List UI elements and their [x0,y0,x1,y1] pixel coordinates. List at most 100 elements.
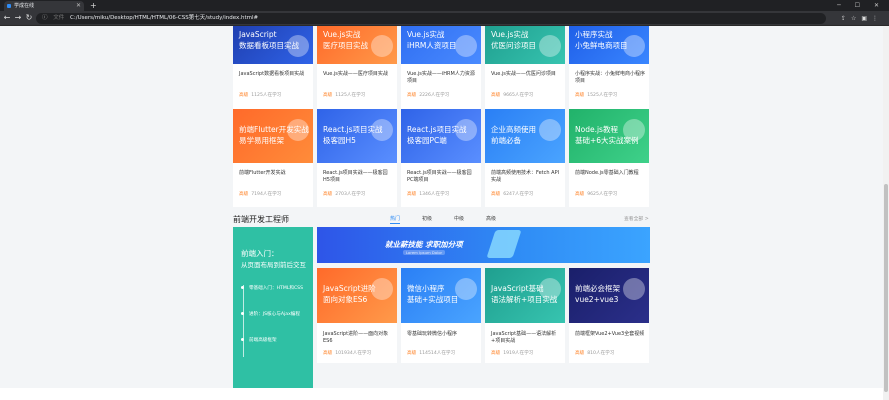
thumbnail-text: 语法解析+项目实战 [491,295,558,304]
address-text: C:/Users/miku/Desktop/HTML/HTML/06-CSS第七… [70,15,259,21]
course-thumbnail: 前端必会框架 vue2+vue3 [569,268,649,323]
thumbnail-text: 医疗项目实战 [323,41,368,50]
course-title[interactable]: React.js项目实战——极客园PC端项目 [407,170,477,184]
course-meta: 高级 2703人在学习 [323,191,365,197]
course-thumbnail: 小程序实战 小兔鲜电商项目 [569,26,649,64]
student-count: 810人在学习 [587,351,615,356]
thumbnail-decoration-icon [371,35,393,57]
course-meta: 高级 6247人在学习 [491,191,533,197]
info-icon: ⓘ [42,15,48,21]
thumbnail-decoration-icon [623,278,645,300]
course-title[interactable]: 零基础玩转微信小程序 [407,331,477,338]
course-meta: 高级 1125人在学习 [323,92,365,98]
banner-title: 就业薪技能 求职加分项 [385,240,463,249]
course-title[interactable]: 前端框架Vue2+Vue3全套视频 [575,331,645,338]
path-subheading: 从页面布局到前后交互 [241,261,306,269]
course-meta: 高级 7194人在学习 [239,191,281,197]
course-thumbnail: JavaScript基础 语法解析+项目实战 [485,268,565,323]
course-title[interactable]: Vue.js实战——iHRM人力资源项目 [407,71,477,85]
address-bar[interactable]: ⓘ 文件 C:/Users/miku/Desktop/HTML/HTML/06-… [36,13,826,24]
course-thumbnail: React.js项目实战 极客园PC端 [401,109,481,163]
course-title[interactable]: 前端高频使用技术：Fetch API实战 [491,170,561,184]
thumbnail-text: 优医问诊项目 [491,41,536,50]
course-title[interactable]: 前端Node.js零基础入门教程 [575,170,645,177]
course-thumbnail: Vue.js实战 优医问诊项目 [485,26,565,64]
student-count: 1525人在学习 [587,93,618,98]
browser-tab-bar: 学成在线 ✕ + ─ ☐ ✕ [0,0,889,11]
path-step[interactable]: 进阶：JS核心与Ajax编程 [241,311,300,317]
toolbar-icons[interactable]: ⇪☆▣⋮ [841,13,883,24]
reload-icon[interactable]: ↻ [24,13,34,23]
course-card[interactable]: 前端Flutter开发实战 易学易用框架前端Flutter开发实战 高级 7194人在… [233,109,313,207]
level-badge: 高级 [575,192,585,197]
thumbnail-text: React.js项目实战 [407,125,467,134]
course-title[interactable]: Vue.js实战——医疗项目实战 [323,71,393,78]
path-heading: 前端入门： [241,249,279,258]
tab-intermediate[interactable]: 中级 [454,215,464,222]
course-meta: 高级 1919人在学习 [491,350,533,356]
thumbnail-text: JavaScript进阶 [323,284,376,293]
new-tab-icon[interactable]: + [90,0,97,11]
promo-banner[interactable]: 就业薪技能 求职加分项 Lorem Ipsum Dolor [317,227,650,263]
tab-advanced[interactable]: 高级 [486,215,496,222]
level-badge: 高级 [491,351,501,356]
thumbnail-text: 数据看板项目实战 [239,41,299,50]
scrollbar-thumb[interactable] [884,184,888,392]
course-title[interactable]: 小程序实战：小兔鲜电商小程序项目 [575,71,645,85]
banner-subtitle: Lorem Ipsum Dolor [403,250,446,255]
close-tab-icon[interactable]: ✕ [76,1,81,11]
course-meta: 高级 810人在学习 [575,350,614,356]
course-card[interactable]: React.js项目实战 极客园PC端 React.js项目实战——极客园PC端项目… [401,109,481,207]
banner-graphic [486,230,522,258]
course-thumbnail: 微信小程序 基础+实战项目 [401,268,481,323]
course-title[interactable]: Vue.js实战——优医问诊项目 [491,71,561,78]
course-card[interactable]: 前端必会框架 vue2+vue3 前端框架Vue2+Vue3全套视频 高级 810人在学… [569,268,649,363]
thumbnail-text: 易学易用框架 [239,136,284,145]
thumbnail-text: JavaScript [239,30,277,39]
address-label: 文件 [53,15,65,21]
window-controls[interactable]: ─ ☐ ✕ [837,0,885,11]
path-step[interactable]: 零基础入门：HTML和CSS [241,285,303,291]
forward-icon[interactable]: → [13,13,23,23]
thumbnail-text: 前端必会框架 [575,284,620,293]
course-meta: 高级 101934人在学习 [323,350,371,356]
thumbnail-text: Vue.js实战 [407,30,445,39]
course-card[interactable]: JavaScript基础 语法解析+项目实战 JavaScript基础——语法解析+… [485,268,565,363]
course-thumbnail: Vue.js实战 医疗项目实战 [317,26,397,64]
path-step[interactable]: 前端高级框架 [241,337,277,343]
learning-path-card[interactable]: 前端入门： 从页面布局到前后交互 零基础入门：HTML和CSS 进阶：JS核心与… [233,227,313,388]
course-title[interactable]: JavaScript数据看板项目实战 [239,71,309,78]
course-title[interactable]: JavaScript进阶——面向对象ES6 [323,331,393,345]
step-dot-icon [241,286,244,289]
course-card[interactable]: JavaScript进阶 面向对象ES6 JavaScript进阶——面向对象ES6… [317,268,397,363]
step-dot-icon [241,312,244,315]
course-title[interactable]: JavaScript基础——语法解析+项目实战 [491,331,561,345]
back-icon[interactable]: ← [2,13,12,23]
thumbnail-text: iHRM人资项目 [407,41,457,50]
course-card[interactable]: 微信小程序 基础+实战项目零基础玩转微信小程序 高级 114514人在学习 [401,268,481,363]
tab-beginner[interactable]: 初级 [422,215,432,222]
tab-hot[interactable]: 热门 [390,215,401,224]
course-meta: 高级 2226人在学习 [407,92,449,98]
thumbnail-text: 小兔鲜电商项目 [575,41,628,50]
level-badge: 高级 [575,351,585,356]
course-meta: 高级 114514人在学习 [407,350,455,356]
course-thumbnail: 前端Flutter开发实战 易学易用框架 [233,109,313,163]
course-meta: 高级 1525人在学习 [575,92,617,98]
thumbnail-text: Node.js教程 [575,125,618,134]
course-card[interactable]: Node.js教程 基础+6大实战案例 前端Node.js零基础入门教程 高级 9625… [569,109,649,207]
student-count: 6247人在学习 [503,192,534,197]
course-card[interactable]: React.js项目实战 极客园H5 React.js项目实战——极客园H5项目 高级… [317,109,397,207]
see-all-link[interactable]: 查看全部 > [624,215,649,222]
browser-toolbar: ← → ↻ ⓘ 文件 C:/Users/miku/Desktop/HTML/HT… [0,11,889,26]
level-badge: 高级 [323,192,333,197]
page-scrollbar[interactable] [883,26,889,400]
thumbnail-decoration-icon [539,35,561,57]
student-count: 9665人在学习 [503,93,534,98]
course-title[interactable]: 前端Flutter开发实战 [239,170,309,177]
section-title: 前端开发工程师 [233,215,289,224]
course-title[interactable]: React.js项目实战——极客园H5项目 [323,170,393,184]
course-card[interactable]: 企业高频使用 前端必备 前端高频使用技术：Fetch API实战 高级 6247人在学习 [485,109,565,207]
browser-tab[interactable]: 学成在线 ✕ [4,1,84,11]
student-count: 1125人在学习 [335,93,366,98]
